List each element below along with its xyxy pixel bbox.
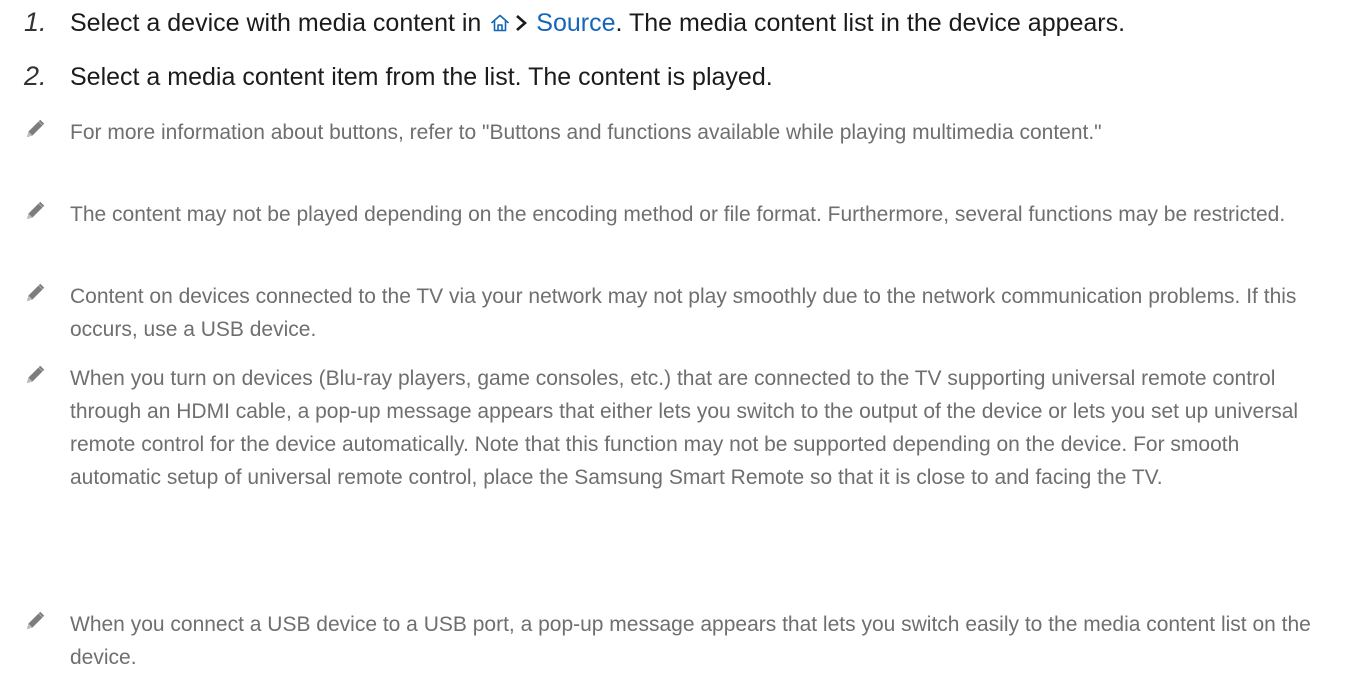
note-text: The content may not be played depending … (70, 203, 1286, 226)
pencil-icon (24, 280, 70, 308)
chevron-right-icon (514, 8, 528, 31)
step-text-before: Select a device with media content in (70, 9, 482, 37)
manual-page: 1. Select a device with media content in… (0, 0, 1352, 688)
note-item: When you turn on devices (Blu-ray player… (24, 362, 1332, 494)
note-text: For more information about buttons, refe… (70, 121, 1102, 144)
note-item: When you connect a USB device to a USB p… (24, 608, 1332, 674)
note-item: The content may not be played depending … (24, 198, 1332, 231)
note-text: When you turn on devices (Blu-ray player… (70, 367, 1299, 489)
note-text: Content on devices connected to the TV v… (70, 285, 1297, 341)
pencil-icon (24, 198, 70, 226)
note-text: When you connect a USB device to a USB p… (70, 613, 1311, 669)
note-item: Content on devices connected to the TV v… (24, 280, 1332, 346)
step-number: 1. (24, 7, 47, 37)
step-number: 2. (24, 61, 47, 91)
home-icon (490, 9, 510, 32)
pencil-icon (24, 362, 70, 390)
pencil-icon (24, 116, 70, 144)
note-item: For more information about buttons, refe… (24, 116, 1332, 149)
pencil-icon (24, 608, 70, 636)
step-text: Select a device with media content in So… (70, 7, 1332, 39)
step-1: 1. Select a device with media content in… (24, 6, 1332, 39)
step-text-after: . The media content list in the device a… (615, 9, 1126, 37)
step-text: Select a media content item from the lis… (70, 63, 773, 91)
step-2: 2. Select a media content item from the … (24, 60, 1332, 93)
source-menu-link[interactable]: Source (536, 9, 615, 37)
